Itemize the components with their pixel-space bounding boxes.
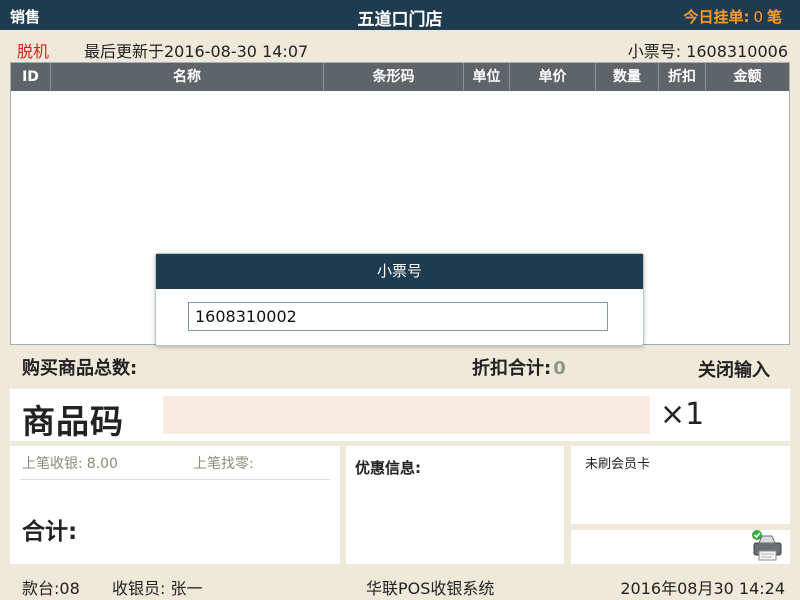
last-change-label: 上笔找零:: [193, 456, 254, 472]
total-label: 合计:: [22, 519, 78, 545]
printer-icon[interactable]: [749, 529, 785, 563]
product-code-label: 商品码: [22, 402, 124, 441]
current-datetime: 2016年08月30 14:24: [620, 579, 785, 598]
member-status: 未刷会员卡: [585, 457, 651, 472]
cashier-name: 收银员: 张一: [112, 579, 203, 598]
dialog-title: 小票号: [156, 254, 643, 289]
discount-total-value: 0: [553, 358, 566, 379]
ticket-number-input[interactable]: [188, 302, 608, 331]
discount-total-label: 折扣合计:: [472, 358, 552, 379]
table-header: ID 名称 条形码 单位 单价 数量 折扣 金额: [11, 63, 789, 91]
column-header-name: 名称: [51, 63, 324, 91]
station-number: 款台:08: [22, 579, 80, 598]
total-items-label: 购买商品总数:: [22, 358, 138, 379]
ticket-number: 小票号: 1608310006: [627, 42, 788, 61]
connection-status: 脱机: [17, 42, 50, 61]
column-header-barcode: 条形码: [324, 63, 464, 91]
top-bar: 销售 五道口门店 今日挂单: 0 笔: [0, 0, 800, 30]
last-received-label: 上笔收银:: [22, 456, 83, 472]
column-header-amount: 金额: [733, 69, 762, 85]
ticket-number-dialog: 小票号: [155, 253, 644, 346]
quantity-multiplier[interactable]: ×1: [660, 397, 704, 432]
product-code-input[interactable]: [163, 396, 650, 434]
held-orders[interactable]: 今日挂单: 0 笔: [683, 6, 782, 27]
held-orders-label: 今日挂单:: [683, 8, 750, 26]
promo-label: 优惠信息:: [355, 459, 421, 477]
column-header-quantity: 数量: [596, 63, 659, 91]
column-header-price: 单价: [510, 63, 596, 91]
column-header-discount: 折扣: [659, 63, 706, 91]
column-header-unit: 单位: [464, 63, 510, 91]
close-input-button[interactable]: 关闭输入: [698, 356, 770, 382]
last-updated: 最后更新于2016-08-30 14:07: [84, 42, 309, 61]
last-received-value: 8.00: [86, 456, 118, 472]
held-orders-count: 0: [753, 8, 763, 26]
system-name: 华联POS收银系统: [366, 579, 495, 598]
last-received: 上笔收银: 8.00: [22, 453, 118, 473]
payment-divider: [20, 479, 330, 480]
store-name: 五道口门店: [357, 10, 443, 30]
discount-total: 折扣合计: 0: [472, 354, 566, 380]
column-header-id: ID: [11, 63, 51, 91]
held-orders-unit: 笔: [766, 8, 782, 26]
